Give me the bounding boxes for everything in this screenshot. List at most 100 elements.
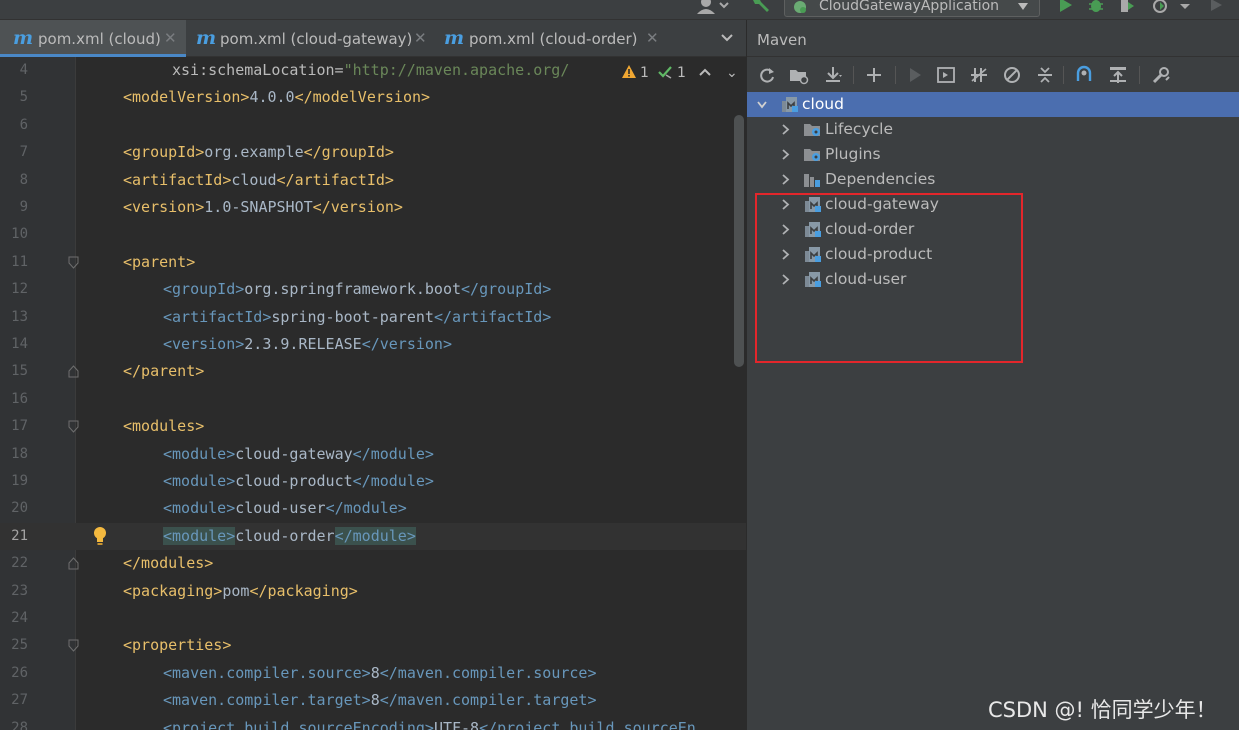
maven-file-icon: m <box>196 27 217 49</box>
chevron-down-icon[interactable] <box>757 99 767 110</box>
run-icon[interactable] <box>1056 0 1074 14</box>
execute-goal-icon[interactable] <box>936 65 956 85</box>
generate-sources-icon[interactable] <box>789 65 809 85</box>
tab-label: pom.xml (cloud-order) <box>469 30 638 48</box>
maven-tree-node[interactable]: Dependencies <box>747 167 1239 192</box>
reload-icon[interactable] <box>757 65 777 85</box>
code-line[interactable]: 20 <module>cloud-user</module> <box>0 495 746 522</box>
chevron-right-icon[interactable] <box>780 174 790 185</box>
code-text: <module>cloud-gateway</module> <box>163 445 434 463</box>
code-line[interactable]: 22 </modules> <box>0 550 746 577</box>
line-number: 22 <box>11 555 28 572</box>
code-token: pom <box>222 581 250 600</box>
skip-tests-icon[interactable] <box>1002 65 1022 85</box>
tab-label: pom.xml (cloud) <box>38 30 161 48</box>
code-line[interactable]: 12 <groupId>org.springframework.boot</gro… <box>0 276 746 303</box>
line-number: 14 <box>11 336 28 352</box>
code-line[interactable]: 19 <module>cloud-product</module> <box>0 468 746 495</box>
fold-marker-icon[interactable] <box>68 420 79 433</box>
code-line[interactable]: 18 <module>cloud-gateway</module> <box>0 441 746 468</box>
stop-run-icon[interactable] <box>1207 0 1225 14</box>
code-token: <modules> <box>123 417 205 436</box>
maven-tree-node[interactable]: Plugins <box>747 142 1239 167</box>
code-token: <project.build.sourceEncoding> <box>163 718 434 730</box>
coverage-icon[interactable] <box>1118 0 1136 14</box>
chevron-up-icon[interactable] <box>699 68 711 76</box>
tab-pom-cloud-order[interactable]: m pom.xml (cloud-order) ✕ <box>436 20 666 57</box>
fold-marker-icon[interactable] <box>68 365 79 378</box>
code-text: <module>cloud-user</module> <box>163 499 407 517</box>
close-icon[interactable]: ✕ <box>414 29 427 47</box>
chevron-right-icon[interactable] <box>780 149 790 160</box>
code-line[interactable]: 21 <module>cloud-order</module> <box>0 522 746 550</box>
run-maven-build-icon[interactable] <box>905 65 925 85</box>
intention-bulb-icon[interactable] <box>92 526 108 546</box>
code-token: </version> <box>361 335 452 353</box>
inspection-widget[interactable]: 1 1 ⌄ <box>613 62 746 84</box>
tab-list-chevron-icon[interactable] <box>720 32 734 44</box>
chevron-right-icon[interactable] <box>780 124 790 135</box>
run-configuration-selector[interactable]: CloudGatewayApplication <box>784 0 1040 17</box>
code-line[interactable]: 14 <version>2.3.9.RELEASE</version> <box>0 331 746 358</box>
code-line[interactable]: 23 <packaging>pom</packaging> <box>0 578 746 605</box>
code-token: <modelVersion> <box>123 88 250 107</box>
code-line[interactable]: 15 </parent> <box>0 358 746 385</box>
code-line[interactable]: 11 <parent> <box>0 249 746 276</box>
show-dependencies-icon[interactable] <box>1074 65 1094 85</box>
code-line[interactable]: 28 <project.build.sourceEncoding>UTF-8</p… <box>0 715 746 730</box>
line-number: 9 <box>19 199 28 215</box>
code-line[interactable]: 27 <maven.compiler.target>8</maven.compil… <box>0 687 746 714</box>
close-icon[interactable]: ✕ <box>646 29 659 47</box>
code-text: <parent> <box>123 253 195 271</box>
maven-tree-node[interactable]: Lifecycle <box>747 117 1239 142</box>
line-number: 19 <box>11 473 28 489</box>
code-line[interactable]: 6 <box>0 112 746 139</box>
code-line[interactable]: 17 <modules> <box>0 413 746 440</box>
code-line[interactable]: 8 <artifactId>cloud</artifactId> <box>0 167 746 194</box>
code-token: <groupId> <box>123 143 205 162</box>
code-line[interactable]: 26 <maven.compiler.source>8</maven.compil… <box>0 660 746 687</box>
code-token: </packaging> <box>249 581 358 600</box>
code-line[interactable]: 10 <box>0 221 746 248</box>
settings-wrench-icon[interactable] <box>1151 65 1171 85</box>
code-editor[interactable]: 4 xsi:schemaLocation="http://maven.apache… <box>0 57 746 730</box>
tab-pom-cloud[interactable]: m pom.xml (cloud) ✕ <box>0 20 186 57</box>
maven-tree-label: Dependencies <box>825 170 936 188</box>
fold-marker-icon[interactable] <box>68 256 79 269</box>
code-token: <module> <box>163 499 236 518</box>
build-hammer-icon[interactable] <box>749 0 771 14</box>
tab-pom-cloud-gateway[interactable]: m pom.xml (cloud-gateway) ✕ <box>186 20 436 57</box>
fold-marker-icon[interactable] <box>68 557 79 570</box>
code-text: <groupId>org.springframework.boot</group… <box>163 280 551 298</box>
toggle-offline-icon[interactable] <box>969 65 989 85</box>
vertical-scrollbar[interactable] <box>734 115 744 367</box>
code-token: org.example <box>204 143 304 162</box>
code-token: <groupId> <box>163 280 245 299</box>
show-ignored-icon[interactable] <box>1108 65 1128 85</box>
collapse-all-icon[interactable] <box>1035 65 1055 85</box>
code-token: 1.0-SNAPSHOT <box>204 198 313 216</box>
code-line[interactable]: 16 <box>0 386 746 413</box>
debug-icon[interactable] <box>1087 0 1105 14</box>
code-line[interactable]: 9 <version>1.0-SNAPSHOT</version> <box>0 194 746 221</box>
close-icon[interactable]: ✕ <box>164 29 177 47</box>
code-line[interactable]: 13 <artifactId>spring-boot-parent</artifa… <box>0 304 746 331</box>
weak-warning-check-icon <box>658 66 672 79</box>
maven-tree-node[interactable]: cloud <box>747 92 1239 117</box>
chevron-down-icon[interactable]: ⌄ <box>726 65 738 81</box>
code-text: <project.build.sourceEncoding>UTF-8</pro… <box>163 719 696 730</box>
add-icon[interactable] <box>864 65 884 85</box>
chevron-down-icon[interactable] <box>1176 0 1194 14</box>
profile-icon[interactable] <box>1152 0 1170 14</box>
fold-marker-icon[interactable] <box>68 639 79 653</box>
code-line[interactable]: 5 <modelVersion>4.0.0</modelVersion> <box>0 84 746 111</box>
code-token: </artifactId> <box>433 307 552 326</box>
code-text: <modelVersion>4.0.0</modelVersion> <box>123 88 430 106</box>
code-line[interactable]: 24 <box>0 605 746 632</box>
code-line[interactable]: 25 <properties> <box>0 632 746 659</box>
line-number: 23 <box>11 582 28 599</box>
code-token: <module> <box>163 526 236 545</box>
account-icon[interactable] <box>694 0 730 14</box>
download-icon[interactable] <box>823 65 843 85</box>
code-line[interactable]: 7 <groupId>org.example</groupId> <box>0 139 746 166</box>
